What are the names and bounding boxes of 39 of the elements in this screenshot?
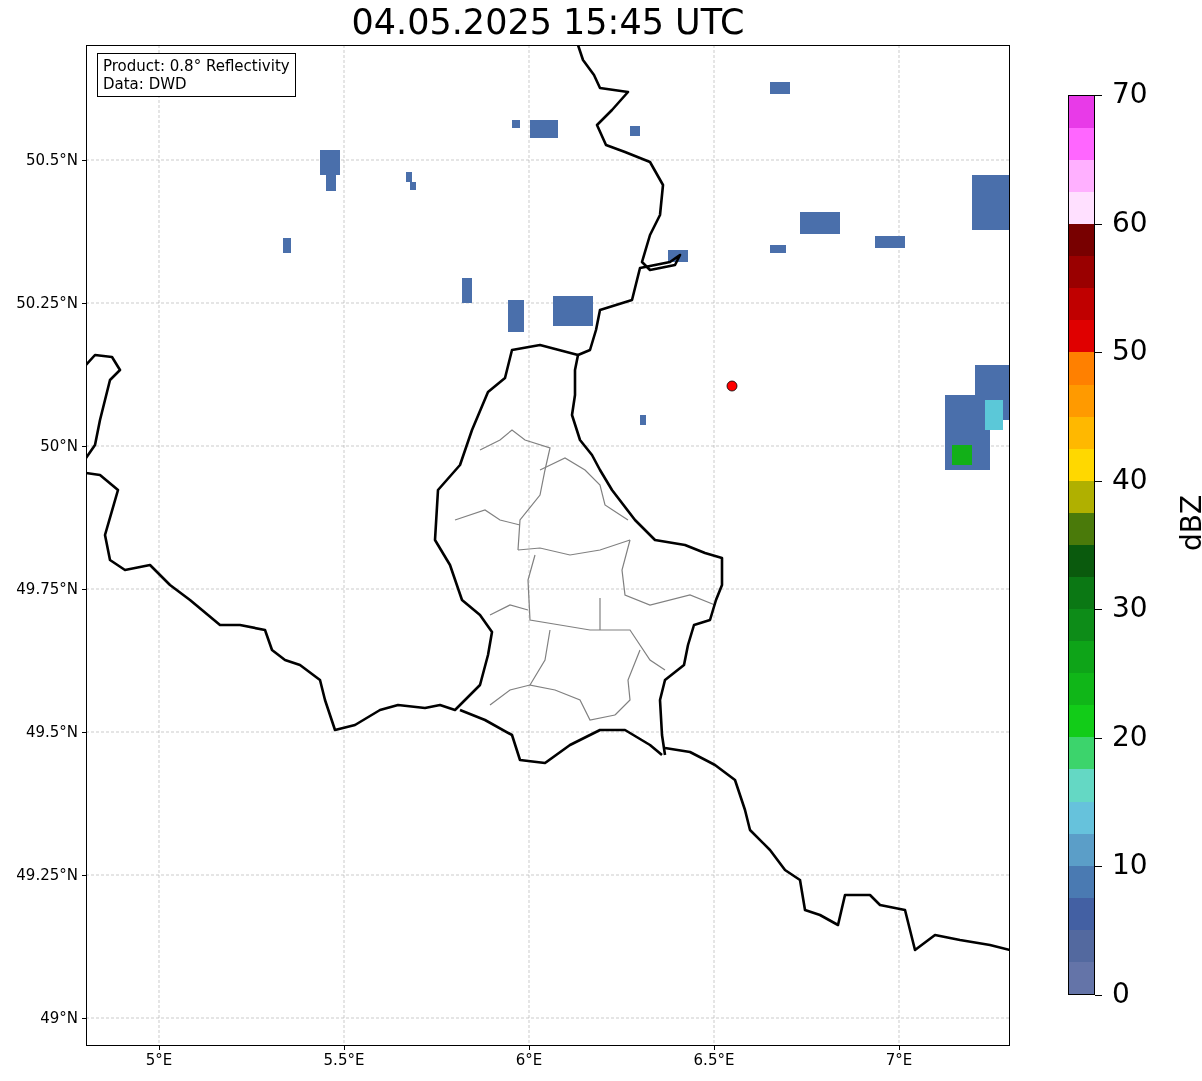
colorbar-tick-label: 0 [1112, 978, 1130, 1010]
radar-echo [283, 238, 291, 253]
colorbar-tick-label: 20 [1112, 720, 1148, 753]
colorbar-tick-label: 70 [1112, 78, 1148, 110]
latitude-label: 50.5°N [25, 151, 78, 169]
colorbar-label: dBZ [1176, 494, 1202, 552]
radar-echo [875, 236, 905, 248]
radar-echo [770, 245, 786, 253]
chart-title: 04.05.2025 15:45 UTC [351, 1, 745, 44]
longitude-label: 6.5°E [693, 1051, 735, 1069]
info-text: Product: 0.8° Reflectivity [103, 57, 290, 75]
latitude-label: 49.75°N [16, 580, 78, 598]
longitude-label: 7°E [885, 1051, 913, 1069]
radar-echo [972, 175, 1010, 230]
radar-echo [640, 415, 646, 425]
radar-echo [462, 278, 472, 303]
colorbar-tick-label: 40 [1112, 463, 1148, 496]
radar-echo [553, 296, 593, 326]
latitude-label: 49°N [40, 1009, 78, 1027]
info-text: Data: DWD [103, 75, 188, 93]
latitude-label: 50.25°N [16, 294, 78, 312]
colorbar-tick-label: 30 [1112, 592, 1148, 625]
radar-echo [406, 172, 416, 190]
latitude-label: 49.25°N [16, 866, 78, 884]
radar-echo [512, 120, 558, 138]
colorbar-tick-label: 50 [1112, 335, 1148, 368]
location-marker [726, 380, 738, 392]
radar-echo [320, 150, 340, 191]
longitude-label: 6°E [515, 1051, 543, 1069]
radar-echo [508, 300, 524, 332]
radar-echo [770, 82, 790, 94]
radar-echo [630, 126, 640, 136]
colorbar-tick-label: 60 [1112, 206, 1148, 239]
longitude-label: 5.5°E [323, 1051, 365, 1069]
latitude-label: 49.5°N [25, 723, 78, 741]
colorbar-tick-label: 10 [1112, 849, 1148, 882]
latitude-label: 50°N [40, 437, 78, 455]
longitude-label: 5°E [145, 1051, 173, 1069]
radar-echo [800, 212, 840, 234]
